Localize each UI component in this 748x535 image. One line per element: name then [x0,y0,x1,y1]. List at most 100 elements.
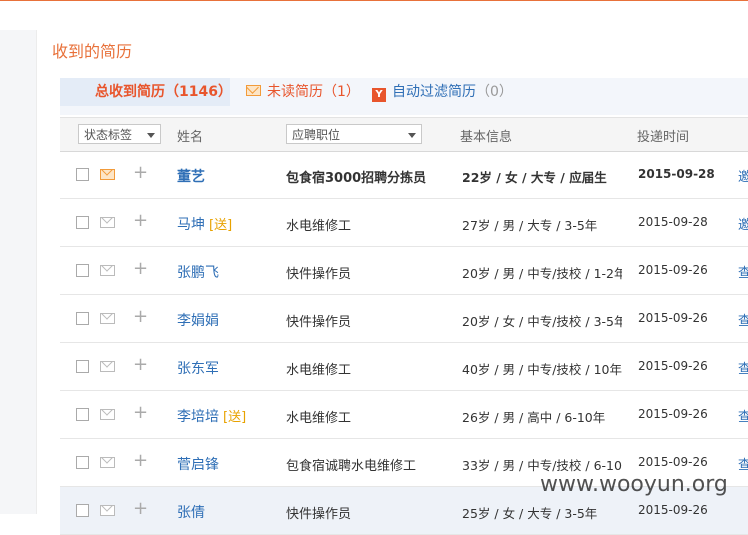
table-row: + 董艺 包食宿3000招聘分拣员 22岁 / 女 / 大专 / 应届生 201… [60,151,748,199]
tag-label: [送] [209,218,233,233]
applied-position: 包食宿3000招聘分拣员 [286,171,427,186]
tab-bar: 总收到简历（1146） 未读简历（1） Y 自动过滤简历（0） [60,78,748,115]
candidate-name[interactable]: 张鹏飞 [177,262,223,282]
basic-info: 25岁 / 女 / 大专 / 3-5年 [462,506,598,521]
row-checkbox[interactable] [76,216,89,229]
left-sidebar [0,30,37,514]
position-select-value: 应聘职位 [292,128,341,142]
basic-info: 27岁 / 男 / 大专 / 3-5年 [462,218,598,233]
tab-total-label: 总收到简历（1146） [95,84,232,100]
delivery-date: 2015-09-26 [638,503,708,517]
candidate-name-text: 李培培 [177,409,219,425]
basic-info: 22岁 / 女 / 大专 / 应届生 [462,170,607,185]
table-header: 状态标签 姓名 应聘职位 基本信息 投递时间 [60,117,748,152]
delivery-date: 2015-09-26 [638,455,708,469]
row-action-link[interactable]: 查 [738,358,748,377]
chevron-down-icon [408,133,416,138]
delivery-date: 2015-09-26 [638,263,708,277]
position-select[interactable]: 应聘职位 [286,124,422,144]
basic-info: 20岁 / 男 / 中专/技校 / 1-2年 [462,266,622,281]
candidate-name-text: 李娟娟 [177,313,219,329]
basic-info: 20岁 / 女 / 中专/技校 / 3-5年 [462,314,622,329]
mail-read-icon [100,457,115,468]
candidate-name[interactable]: 董艺 [177,166,209,186]
plus-icon[interactable]: + [133,500,148,518]
table-row: + 李娟娟 快件操作员 20岁 / 女 / 中专/技校 / 3-5年 2015-… [60,295,748,343]
delivery-date: 2015-09-26 [638,359,708,373]
applied-position: 快件操作员 [286,507,352,522]
status-tag-select-value: 状态标签 [84,128,133,142]
row-action-link[interactable]: 查 [738,406,748,425]
mail-read-icon [100,409,115,420]
row-action-link[interactable]: 查 [738,454,748,473]
mail-icon [246,85,261,96]
candidate-name[interactable]: 菅启锋 [177,454,223,474]
plus-icon[interactable]: + [133,404,148,422]
row-action-link[interactable]: 查 [738,262,748,281]
basic-info: 40岁 / 男 / 中专/技校 / 10年... [462,362,622,377]
row-checkbox[interactable] [76,168,89,181]
applied-position: 水电维修工 [286,411,352,426]
tab-total-resumes[interactable]: 总收到简历（1146） [60,78,232,106]
top-accent-line [0,0,748,1]
column-header-basic-info: 基本信息 [460,130,513,145]
table-row: + 李培培 [送] 水电维修工 26岁 / 男 / 高中 / 6-10年 2015… [60,391,748,439]
row-checkbox[interactable] [76,264,89,277]
plus-icon[interactable]: + [133,260,148,278]
candidate-name-text: 马坤 [177,217,205,233]
tab-unread-resumes[interactable]: 未读简历（1） [246,78,360,106]
chevron-down-icon [147,133,155,138]
applied-position: 快件操作员 [286,267,352,282]
plus-icon[interactable]: + [133,164,148,182]
tab-unread-label: 未读简历 [267,84,323,100]
candidate-name-text: 张鹏飞 [177,265,219,281]
row-action-link[interactable]: 邀 [738,166,748,185]
applied-position: 水电维修工 [286,219,352,234]
row-checkbox[interactable] [76,408,89,421]
delivery-date: 2015-09-28 [638,215,708,229]
row-checkbox[interactable] [76,456,89,469]
tab-unread-count: （1） [323,84,360,100]
row-checkbox[interactable] [76,360,89,373]
applied-position: 快件操作员 [286,315,352,330]
candidate-name-text: 张东军 [177,361,219,377]
applied-position: 水电维修工 [286,363,352,378]
column-header-date: 投递时间 [637,130,690,145]
candidate-name[interactable]: 张东军 [177,358,223,378]
row-checkbox[interactable] [76,504,89,517]
tab-filter-count: （0） [476,84,513,100]
tag-label: [送] [223,410,247,425]
candidate-name[interactable]: 李培培 [送] [177,406,246,426]
mail-read-icon [100,313,115,324]
page-title: 收到的简历 [52,42,133,61]
table-row: + 张东军 水电维修工 40岁 / 男 / 中专/技校 / 10年... 201… [60,343,748,391]
mail-read-icon [100,361,115,372]
row-action-link[interactable]: 查 [738,310,748,329]
status-tag-select[interactable]: 状态标签 [78,124,161,144]
candidate-name[interactable]: 李娟娟 [177,310,223,330]
delivery-date: 2015-09-28 [638,167,715,181]
plus-icon[interactable]: + [133,356,148,374]
row-action-link[interactable]: 邀 [738,214,748,233]
candidate-name-text: 董艺 [177,169,205,185]
row-checkbox[interactable] [76,312,89,325]
candidate-name-text: 菅启锋 [177,457,219,473]
watermark: www.wooyun.org [540,472,728,497]
candidate-name[interactable]: 张倩 [177,502,209,522]
column-header-name: 姓名 [177,130,204,145]
delivery-date: 2015-09-26 [638,407,708,421]
tab-auto-filtered[interactable]: Y 自动过滤简历（0） [372,78,513,106]
plus-icon[interactable]: + [133,452,148,470]
basic-info: 26岁 / 男 / 高中 / 6-10年 [462,410,606,425]
plus-icon[interactable]: + [133,212,148,230]
candidate-name-text: 张倩 [177,505,205,521]
candidate-name[interactable]: 马坤 [送] [177,214,232,234]
delivery-date: 2015-09-26 [638,311,708,325]
table-row: + 马坤 [送] 水电维修工 27岁 / 男 / 大专 / 3-5年 2015-0… [60,199,748,247]
mail-read-icon [100,505,115,516]
applied-position: 包食宿诚聘水电维修工 [286,459,417,474]
table-row: + 张鹏飞 快件操作员 20岁 / 男 / 中专/技校 / 1-2年 2015-… [60,247,748,295]
mail-unread-icon [100,169,115,180]
plus-icon[interactable]: + [133,308,148,326]
filter-icon: Y [372,88,386,102]
